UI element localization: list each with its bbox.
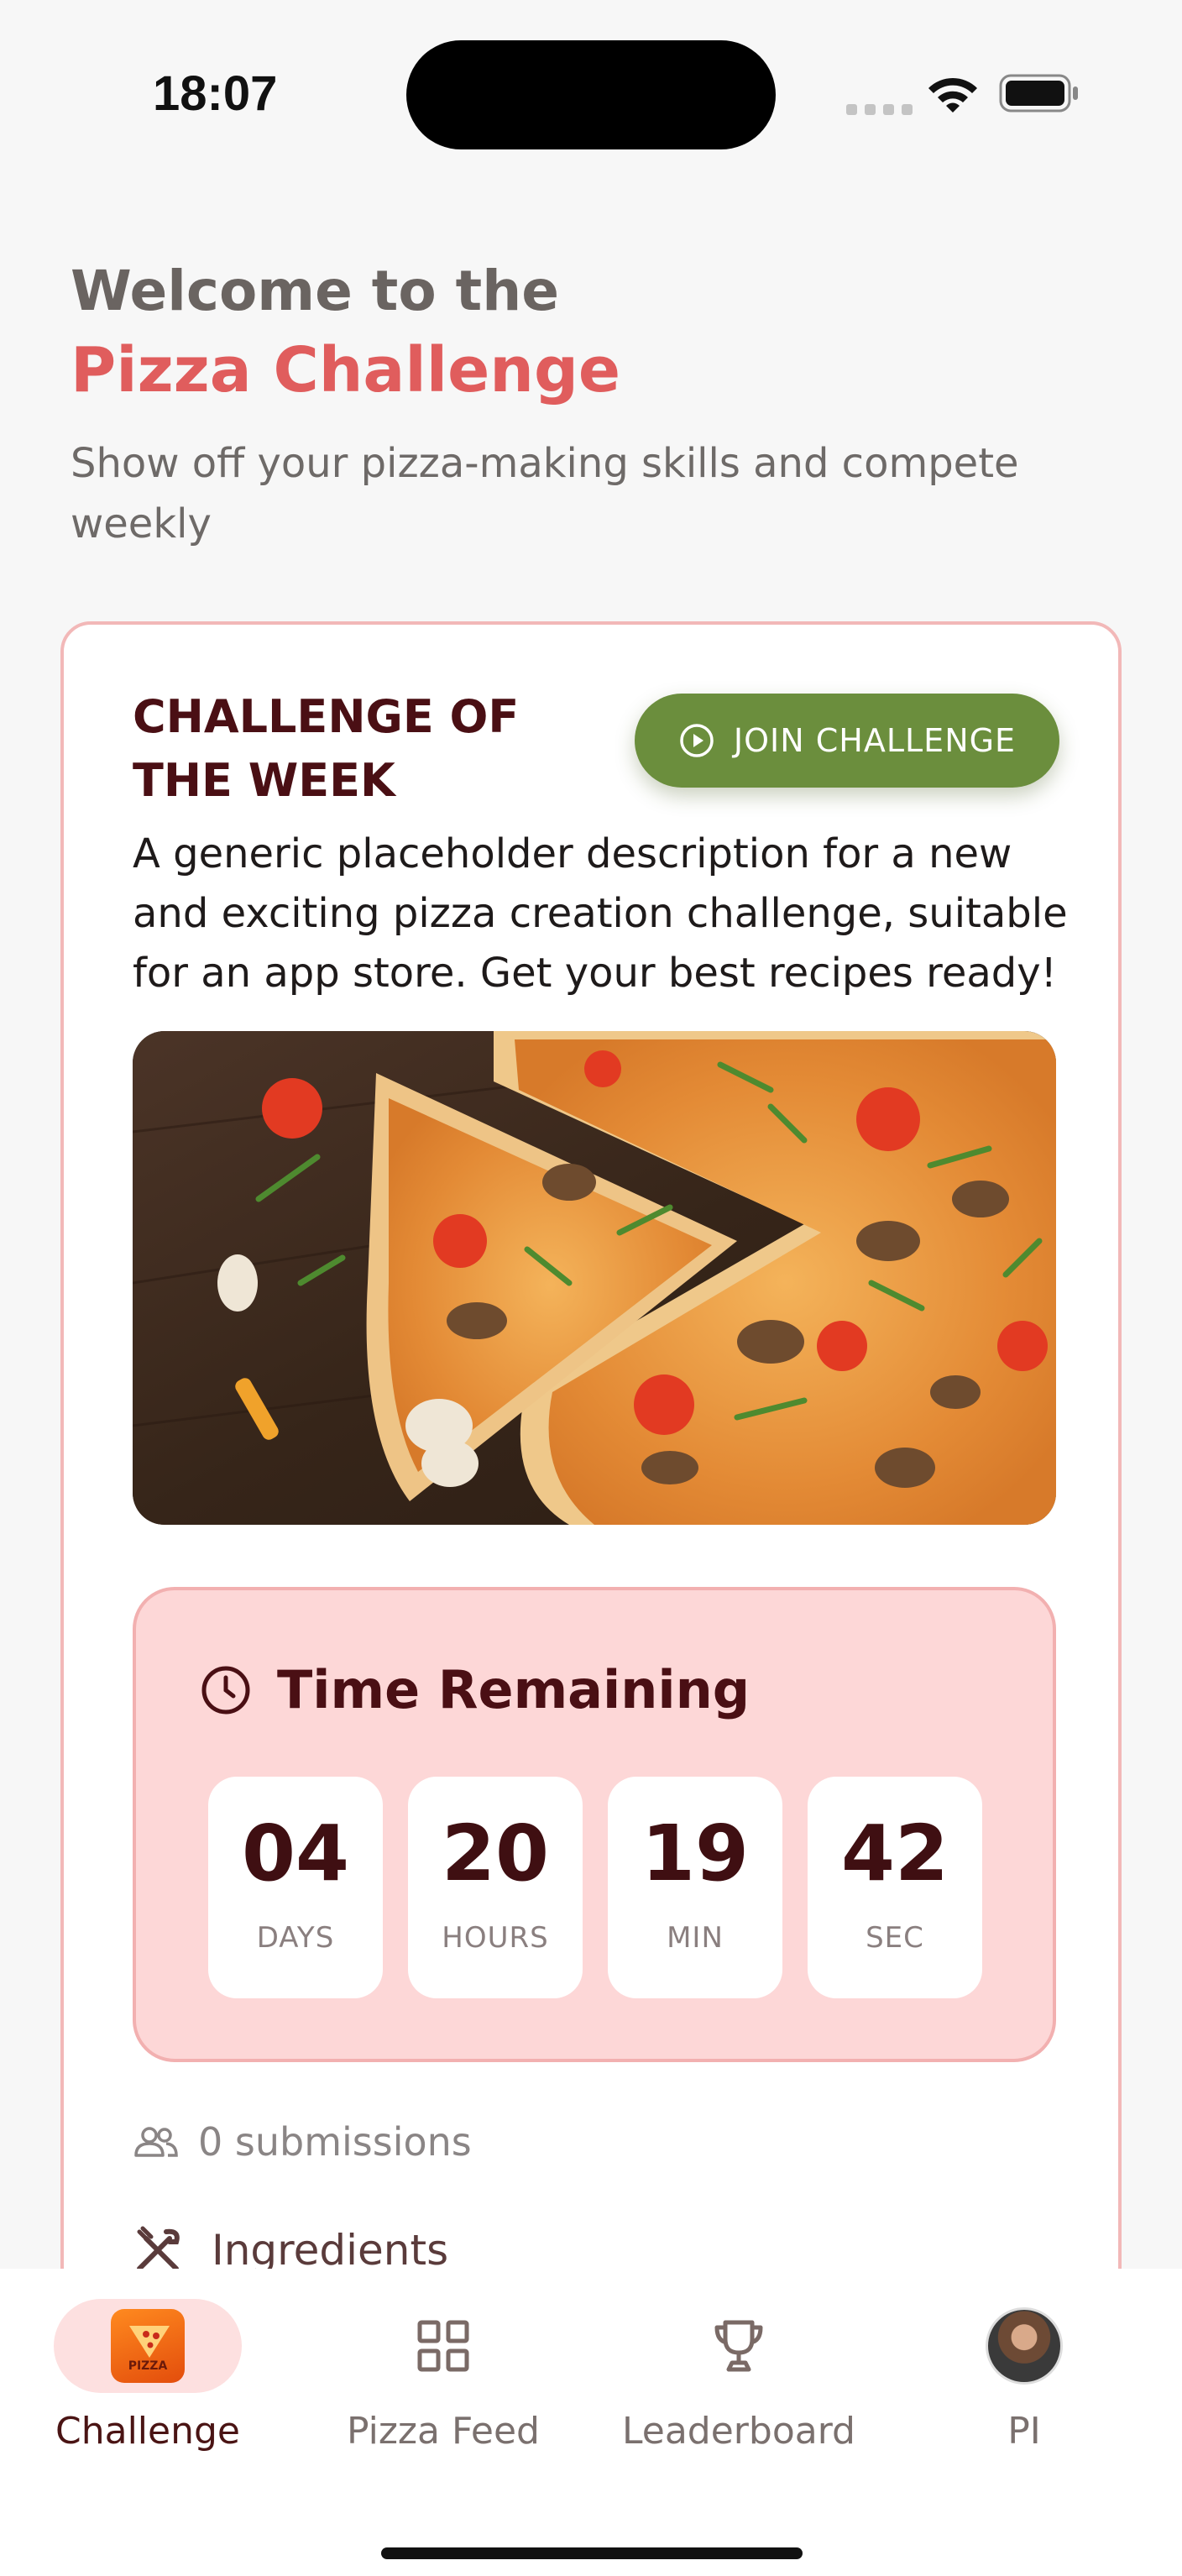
countdown-label: DAYS (256, 1921, 335, 1955)
utensils-icon (137, 2226, 180, 2271)
countdown-minutes: 19 MIN (608, 1777, 782, 1998)
countdown-label: HOURS (442, 1921, 549, 1955)
clock-icon (201, 1666, 250, 1714)
timer-header: Time Remaining (200, 1659, 750, 1720)
countdown-hours: 20 HOURS (408, 1777, 583, 1998)
countdown: 04 DAYS 20 HOURS 19 MIN 42 SEC (208, 1777, 982, 1998)
countdown-label: SEC (866, 1921, 924, 1955)
countdown-seconds: 42 SEC (808, 1777, 982, 1998)
challenge-heading: CHALLENGE OF THE WEEK (133, 690, 520, 807)
nav-icon-wrap (930, 2299, 1118, 2393)
countdown-days: 04 DAYS (208, 1777, 383, 1998)
home-indicator[interactable] (381, 2547, 803, 2559)
cellular-signal-icon (846, 104, 913, 115)
avatar (986, 2307, 1063, 2385)
countdown-value: 19 (641, 1809, 750, 1898)
submissions-text: 0 submissions (198, 2119, 472, 2165)
join-challenge-button[interactable]: JOIN CHALLENGE (635, 694, 1059, 788)
countdown-value: 04 (241, 1809, 350, 1898)
play-circle-icon (680, 724, 714, 757)
users-icon (134, 2127, 178, 2157)
nav-label: Pizza Feed (347, 2410, 540, 2453)
status-time: 18:07 (153, 66, 278, 121)
grid-icon (417, 2320, 469, 2372)
bottom-nav: PIZZA Challenge Pizza Feed Leaderboard P… (0, 2269, 1182, 2576)
page-title: Pizza Challenge (71, 334, 621, 406)
battery-icon (999, 74, 1078, 113)
dynamic-island (406, 40, 776, 149)
ingredients-section-header[interactable]: Ingredients (133, 2225, 448, 2275)
page-subtitle: Show off your pizza-making skills and co… (71, 440, 1019, 547)
time-remaining-panel: Time Remaining 04 DAYS 20 HOURS 19 MIN 4… (133, 1587, 1056, 2062)
pizza-logo-icon: PIZZA (111, 2309, 185, 2383)
nav-label: Leaderboard (622, 2410, 855, 2453)
nav-icon-wrap (349, 2299, 537, 2393)
svg-text:PIZZA: PIZZA (128, 2359, 168, 2373)
nav-icon-wrap (645, 2299, 833, 2393)
countdown-value: 20 (441, 1809, 550, 1898)
nav-tab-leaderboard[interactable]: Leaderboard (613, 2299, 865, 2453)
challenge-description: A generic placeholder description for a … (133, 830, 1068, 997)
welcome-text: Welcome to the (71, 259, 559, 323)
nav-tab-profile[interactable]: PI (898, 2299, 1150, 2453)
nav-label: Challenge (55, 2410, 240, 2453)
status-bar: 18:07 (0, 0, 1182, 193)
join-challenge-label: JOIN CHALLENGE (733, 722, 1017, 759)
submissions-count: 0 submissions (133, 2119, 472, 2165)
ingredients-label: Ingredients (212, 2226, 449, 2275)
timer-title: Time Remaining (277, 1659, 751, 1720)
countdown-value: 42 (840, 1809, 949, 1898)
nav-label: PI (1007, 2410, 1041, 2453)
nav-tab-pizza-feed[interactable]: Pizza Feed (317, 2299, 569, 2453)
nav-icon-wrap: PIZZA (54, 2299, 242, 2393)
nav-tab-challenge[interactable]: PIZZA Challenge (22, 2299, 274, 2453)
trophy-icon (714, 2320, 763, 2372)
challenge-pizza-image (133, 1031, 1056, 1525)
countdown-label: MIN (667, 1921, 724, 1955)
wifi-icon (928, 77, 977, 113)
